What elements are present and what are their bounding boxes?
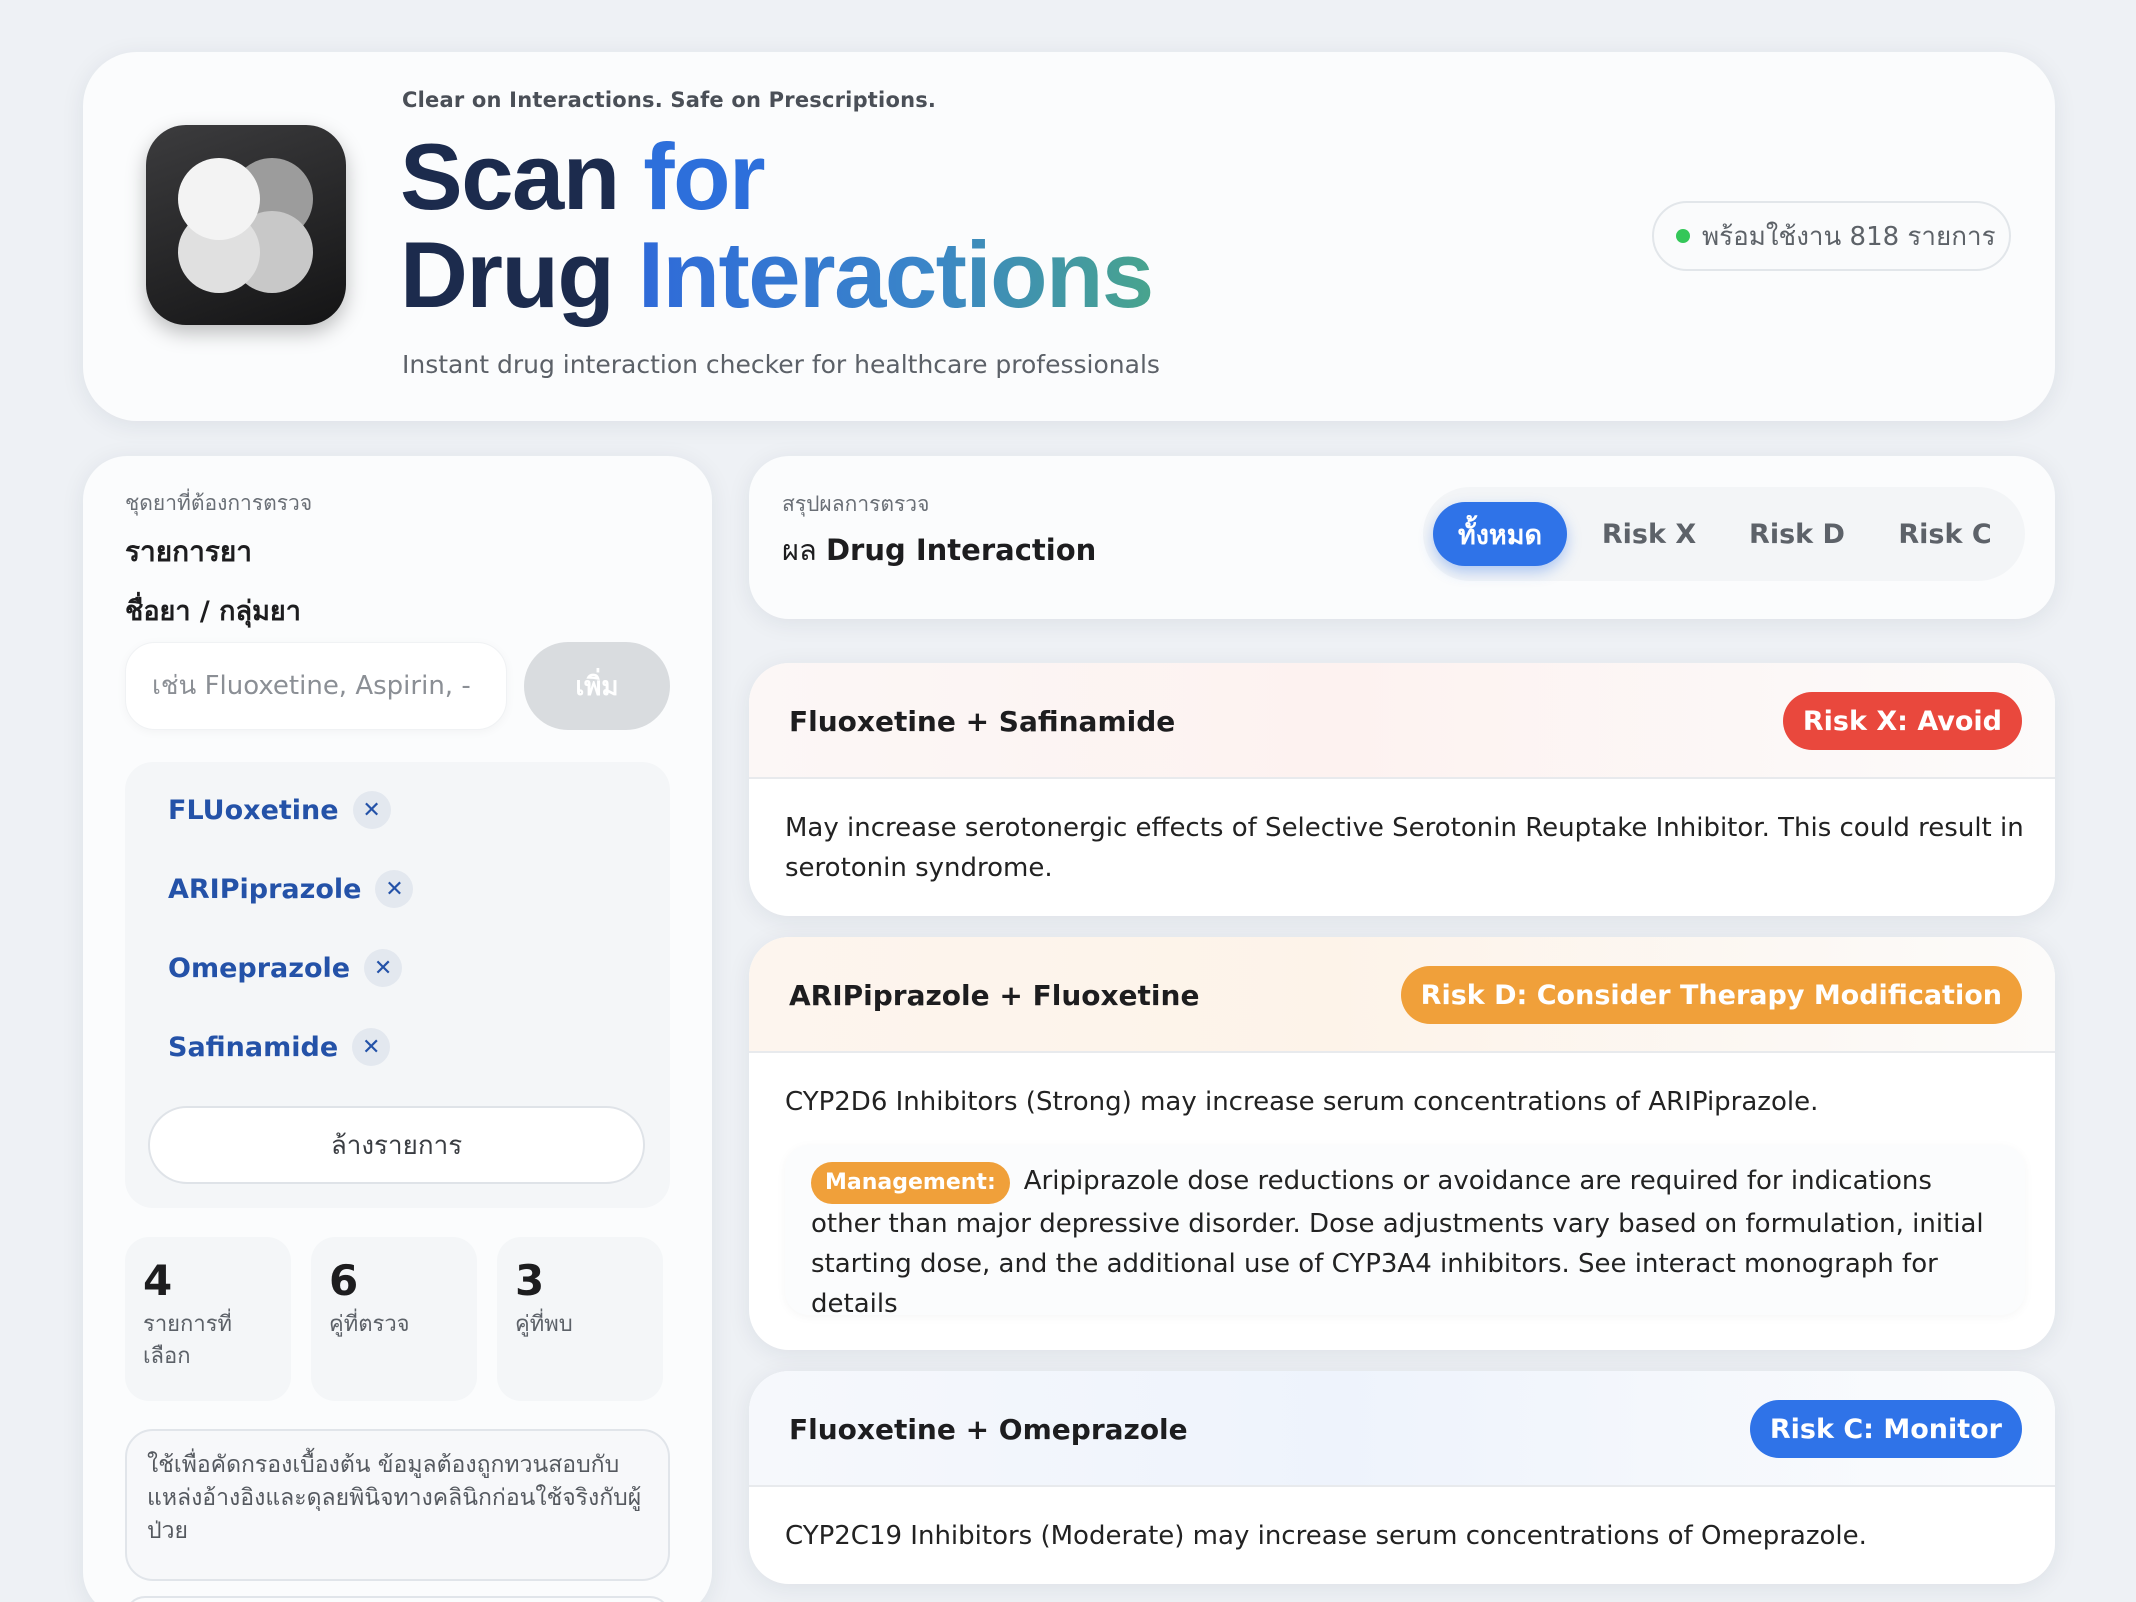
interaction-card-header: ARIPiprazole + Fluoxetine Risk D: Consid… xyxy=(749,937,2055,1053)
drug-chip-label: ARIPiprazole xyxy=(168,873,362,905)
drug-chip: FLUoxetine ✕ xyxy=(168,791,391,829)
drug-chip: ARIPiprazole ✕ xyxy=(168,870,414,908)
page-title: Scan for Drug Interactions xyxy=(400,124,1154,327)
drug-pair: Fluoxetine + Omeprazole xyxy=(789,1413,1188,1446)
close-icon[interactable]: ✕ xyxy=(352,791,391,829)
risk-badge: Risk X: Avoid xyxy=(1782,692,2022,750)
close-icon[interactable]: ✕ xyxy=(375,870,414,908)
interaction-card: Fluoxetine + Safinamide Risk X: Avoid Ma… xyxy=(749,663,2055,916)
drug-pair: ARIPiprazole + Fluoxetine xyxy=(789,979,1200,1012)
risk-filter-tabs: ทั้งหมด Risk X Risk D Risk C xyxy=(1423,487,2025,581)
section-label: ชุดยาที่ต้องการตรวจ xyxy=(125,491,313,515)
drug-chip: Omeprazole ✕ xyxy=(168,949,403,987)
risk-badge: Risk C: Monitor xyxy=(1749,1400,2022,1458)
status-dot-icon xyxy=(1676,229,1690,243)
panel-footer xyxy=(125,1596,670,1602)
section-label: สรุปผลการตรวจ xyxy=(782,492,930,516)
tab-risk-x[interactable]: Risk X xyxy=(1581,502,1717,566)
drug-chip-label: Safinamide xyxy=(168,1031,339,1063)
stat-pairs-found: 3 คู่ที่พบ xyxy=(497,1237,663,1401)
status-text: พร้อมใช้งาน 818 รายการ xyxy=(1702,221,1996,252)
interaction-description: May increase serotonergic effects of Sel… xyxy=(785,813,2024,883)
interaction-description: CYP2D6 Inhibitors (Strong) may increase … xyxy=(785,1087,1819,1117)
disclaimer-note: ใช้เพื่อคัดกรองเบื้องต้น ข้อมูลต้องถูกทว… xyxy=(125,1429,670,1581)
drug-name-label: ชื่อยา / กลุ่มยา xyxy=(125,596,301,627)
tagline: Clear on Interactions. Safe on Prescript… xyxy=(402,88,937,112)
stat-selected: 4 รายการที่เลือก xyxy=(125,1237,291,1401)
interaction-card-header: Fluoxetine + Safinamide Risk X: Avoid xyxy=(749,663,2055,779)
clear-list-button[interactable]: ล้างรายการ xyxy=(148,1106,645,1184)
drug-list-panel: ชุดยาที่ต้องการตรวจ รายการยา ชื่อยา / กล… xyxy=(83,456,712,1602)
tab-risk-c[interactable]: Risk C xyxy=(1877,502,2013,566)
tab-all[interactable]: ทั้งหมด xyxy=(1433,502,1567,566)
tab-risk-d[interactable]: Risk D xyxy=(1729,502,1865,566)
interaction-description: CYP2C19 Inhibitors (Moderate) may increa… xyxy=(785,1521,1867,1551)
results-summary: สรุปผลการตรวจ ผล Drug Interaction ทั้งหม… xyxy=(749,456,2055,619)
interaction-card: Fluoxetine + Omeprazole Risk C: Monitor … xyxy=(749,1371,2055,1584)
management-note: Management: Aripiprazole dose reductions … xyxy=(785,1145,2025,1319)
results-title: ผล Drug Interaction xyxy=(782,533,1097,567)
add-drug-button[interactable]: เพิ่ม xyxy=(524,642,670,730)
management-tag: Management: xyxy=(811,1162,1010,1204)
risk-badge: Risk D: Consider Therapy Modification xyxy=(1400,966,2022,1024)
close-icon[interactable]: ✕ xyxy=(352,1028,391,1066)
drug-pair: Fluoxetine + Safinamide xyxy=(789,705,1176,738)
interaction-card: ARIPiprazole + Fluoxetine Risk D: Consid… xyxy=(749,937,2055,1350)
drug-chip-label: Omeprazole xyxy=(168,952,351,984)
status-badge: พร้อมใช้งาน 818 รายการ xyxy=(1652,201,2011,271)
page-subtitle: Instant drug interaction checker for hea… xyxy=(402,350,1160,379)
section-title: รายการยา xyxy=(125,535,253,568)
interaction-card-header: Fluoxetine + Omeprazole Risk C: Monitor xyxy=(749,1371,2055,1487)
drug-chip-label: FLUoxetine xyxy=(168,794,339,826)
stat-pairs-checked: 6 คู่ที่ตรวจ xyxy=(311,1237,477,1401)
close-icon[interactable]: ✕ xyxy=(364,949,403,987)
app-header: Clear on Interactions. Safe on Prescript… xyxy=(83,52,2055,421)
drug-search-input[interactable] xyxy=(125,642,507,730)
app-logo-icon xyxy=(146,125,346,325)
drug-chip: Safinamide ✕ xyxy=(168,1028,391,1066)
